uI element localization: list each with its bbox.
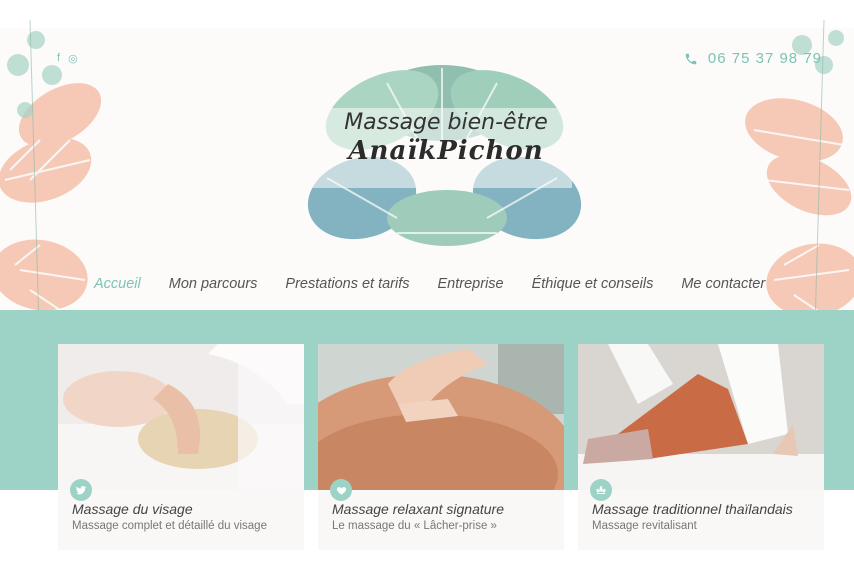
card-subtitle: Massage complet et détaillé du visage: [72, 520, 267, 532]
logo-name: AnaïkPichon: [348, 136, 544, 166]
card-subtitle: Massage revitalisant: [592, 520, 697, 532]
face-massage-image: [58, 344, 304, 490]
main-nav: Accueil Mon parcours Prestations et tari…: [80, 276, 779, 292]
thai-massage-image: [578, 344, 824, 490]
card-title[interactable]: Massage relaxant signature: [332, 501, 504, 517]
nav-item-prestations[interactable]: Prestations et tarifs: [271, 276, 423, 292]
nav-item-entreprise[interactable]: Entreprise: [424, 276, 518, 292]
relaxing-massage-image: [318, 344, 564, 490]
page: f ◎ 06 75 37 98 79 Massage bien-être Ana…: [0, 0, 854, 581]
nav-item-mon-parcours[interactable]: Mon parcours: [155, 276, 272, 292]
lotus-icon: [590, 479, 612, 501]
card-subtitle: Le massage du « Lâcher-prise »: [332, 520, 497, 532]
phone-contact[interactable]: 06 75 37 98 79: [684, 50, 822, 67]
heart-icon: [330, 479, 352, 501]
nav-item-ethique[interactable]: Éthique et conseils: [518, 276, 668, 292]
card-title[interactable]: Massage traditionnel thaïlandais: [592, 501, 793, 517]
phone-number[interactable]: 06 75 37 98 79: [708, 50, 822, 67]
card-title[interactable]: Massage du visage: [72, 501, 193, 517]
service-card-face-massage[interactable]: Massage du visage Massage complet et dét…: [58, 344, 304, 550]
logo-title: Massage bien-être: [344, 110, 548, 135]
phone-icon: [685, 53, 697, 64]
social-links: f ◎: [57, 52, 78, 65]
service-card-thai-massage[interactable]: Massage traditionnel thaïlandais Massage…: [578, 344, 824, 550]
bird-icon: [70, 479, 92, 501]
service-card-relaxing-massage[interactable]: Massage relaxant signature Le massage du…: [318, 344, 564, 550]
facebook-icon[interactable]: f: [57, 52, 60, 65]
instagram-icon[interactable]: ◎: [68, 52, 78, 65]
nav-item-accueil[interactable]: Accueil: [80, 276, 155, 292]
nav-item-me-contacter[interactable]: Me contacter: [667, 276, 779, 292]
